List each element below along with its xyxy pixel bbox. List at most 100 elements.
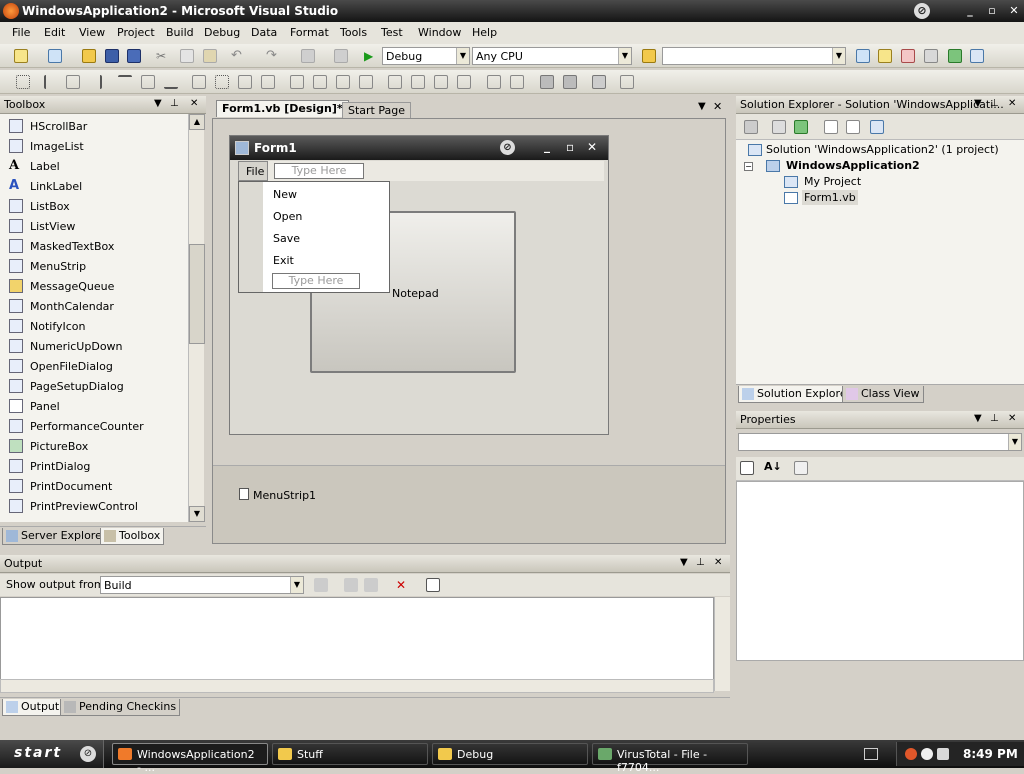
output-hscrollbar[interactable] [0,679,714,693]
menu-debug[interactable]: Debug [204,26,240,39]
menu-data[interactable]: Data [251,26,277,39]
menu-help[interactable]: Help [472,26,497,39]
find-in-files-icon[interactable] [642,49,656,63]
start-debugging-icon[interactable]: ▶ [364,49,378,63]
taskbar-item[interactable]: WindowsApplication2 - ... [112,743,268,774]
horizontal-spacing-icon[interactable] [290,75,304,89]
toolbox-item[interactable]: PrintPreviewControl [0,496,188,516]
align-rights-icon[interactable] [88,75,102,89]
toolbox-item[interactable]: PrintDocument [0,476,188,496]
close-icon[interactable]: ✕ [714,557,722,568]
align-to-grid-icon[interactable] [16,75,30,89]
toolbox-item[interactable]: PageSetupDialog [0,376,188,396]
collapse-icon[interactable]: − [744,162,753,171]
object-select[interactable]: ▼ [738,433,1022,451]
document-list-icon[interactable]: ▼ [698,101,706,112]
pin-icon[interactable]: ⊥ [696,557,705,568]
toolbox-item[interactable]: ListBox [0,196,188,216]
align-centers-icon[interactable] [66,75,80,89]
menu-project[interactable]: Project [117,26,155,39]
form1-node[interactable]: Form1.vb [802,190,858,205]
word-wrap-icon[interactable] [426,578,440,592]
pin-icon[interactable]: ⊥ [990,98,999,109]
menu-item-new[interactable]: New [273,188,297,201]
menu-build[interactable]: Build [166,26,194,39]
dropdown-icon[interactable]: ▼ [680,557,688,568]
undo-icon[interactable]: ↶ [231,49,245,63]
menu-item-save[interactable]: Save [273,232,300,245]
menu-format[interactable]: Format [290,26,329,39]
scroll-up-icon[interactable]: ▲ [189,114,205,130]
menu-test[interactable]: Test [381,26,403,39]
scroll-thumb[interactable] [189,244,205,344]
toolbox-item[interactable]: PerformanceCounter [0,416,188,436]
remove-vertical-spacing-icon[interactable] [457,75,471,89]
view-code-icon[interactable] [824,120,838,134]
align-lefts-icon[interactable] [44,75,58,89]
pin-icon[interactable]: ⊥ [990,413,999,424]
output-text-area[interactable] [0,597,714,691]
toolbox-item[interactable]: MaskedTextBox [0,236,188,256]
toolbox-item[interactable]: NotifyIcon [0,316,188,336]
close-document-icon[interactable]: ✕ [713,100,722,113]
toolbox-item[interactable]: PrintDialog [0,456,188,476]
center-horizontally-icon[interactable] [487,75,501,89]
tab-output[interactable]: Output [2,699,64,716]
clear-all-icon[interactable]: ✕ [396,578,410,592]
next-message-icon[interactable] [364,578,378,592]
toolbox-item[interactable]: MenuStrip [0,256,188,276]
toolbox-icon[interactable] [924,49,938,63]
property-pages-icon[interactable] [794,461,808,475]
toolbox-scrollbar[interactable]: ▲ ▼ [188,114,205,522]
increase-vertical-spacing-icon[interactable] [411,75,425,89]
previous-message-icon[interactable] [344,578,358,592]
toolbox-item[interactable]: NumericUpDown [0,336,188,356]
clock[interactable]: 8:49 PM [963,747,1018,761]
remove-horizontal-spacing-icon[interactable] [359,75,373,89]
close-button[interactable]: ✕ [1006,4,1022,18]
save-all-icon[interactable] [127,49,141,63]
size-to-grid-icon[interactable] [215,75,229,89]
taskbar-item[interactable]: Debug [432,743,588,765]
taskbar-item[interactable]: Stuff [272,743,428,765]
type-here-box[interactable]: Type Here [274,163,364,179]
dropdown-icon[interactable]: ▼ [974,413,982,424]
menu-tools[interactable]: Tools [340,26,367,39]
categorized-icon[interactable] [740,461,754,475]
toolbox-item[interactable]: A Label [0,156,188,176]
cut-icon[interactable]: ✂ [156,49,170,63]
toolbox-item[interactable]: MonthCalendar [0,296,188,316]
decrease-vertical-spacing-icon[interactable] [434,75,448,89]
solution-node[interactable]: Solution 'WindowsApplication2' (1 projec… [766,143,999,156]
my-project-node[interactable]: My Project [804,175,861,188]
make-same-height-icon[interactable] [238,75,252,89]
lock-controls-icon[interactable] [620,75,634,89]
tab-class-view[interactable]: Class View [842,386,924,403]
close-icon[interactable]: ✕ [190,98,198,109]
menu-view[interactable]: View [79,26,105,39]
tray-app-icon[interactable] [905,748,917,760]
find-message-icon[interactable] [314,578,328,592]
object-browser-icon[interactable] [901,49,915,63]
help-icon[interactable]: ⊘ [914,3,930,19]
redo-icon[interactable]: ↷ [266,49,280,63]
increase-horizontal-spacing-icon[interactable] [313,75,327,89]
paste-icon[interactable] [203,49,217,63]
command-window-icon[interactable] [970,49,984,63]
properties-window-icon[interactable] [878,49,892,63]
start-page-icon[interactable] [948,49,962,63]
align-middles-icon[interactable] [141,75,155,89]
tab-toolbox[interactable]: Toolbox [100,528,165,545]
toolbox-item[interactable]: A LinkLabel [0,176,188,196]
menu-item-open[interactable]: Open [273,210,302,223]
bring-to-front-icon[interactable] [540,75,554,89]
menu-window[interactable]: Window [418,26,461,39]
tab-solution-explorer[interactable]: Solution Explorer [738,386,856,403]
center-vertically-icon[interactable] [510,75,524,89]
platform-select[interactable]: Any CPU ▼ [472,47,632,65]
solution-explorer-icon[interactable] [856,49,870,63]
toolbox-item[interactable]: PictureBox [0,436,188,456]
make-same-width-icon[interactable] [192,75,206,89]
new-project-icon[interactable] [14,49,28,63]
output-scrollbar[interactable] [714,597,730,691]
